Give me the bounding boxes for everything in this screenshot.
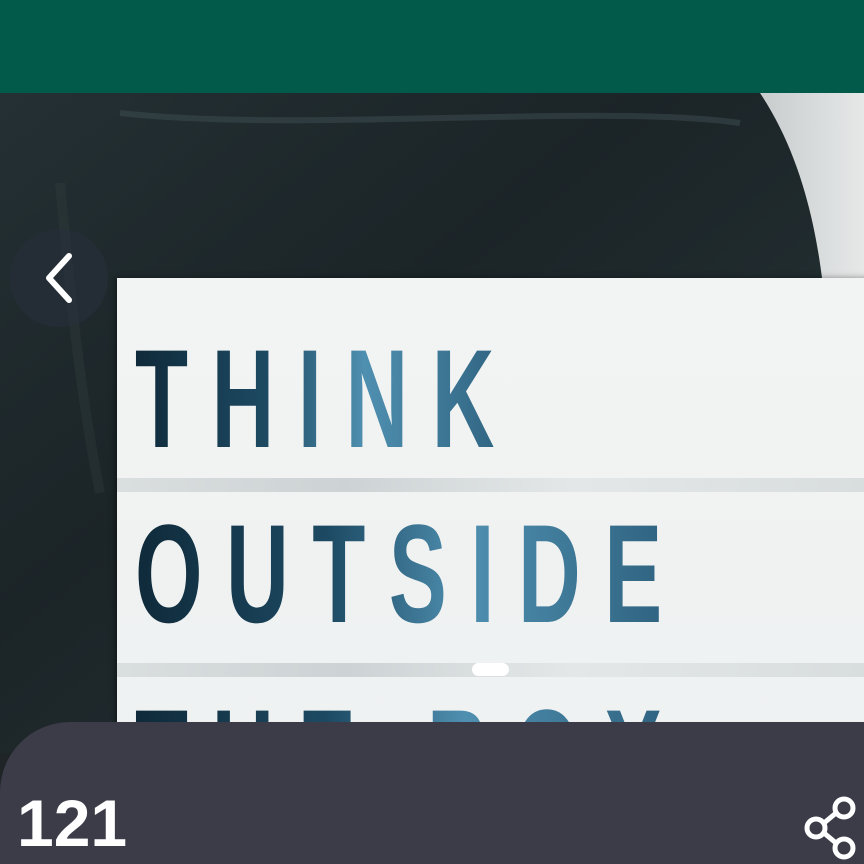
- share-icon: [804, 796, 856, 860]
- share-button[interactable]: [800, 796, 864, 860]
- lightbox-sign: THINK OUTSIDE THE BOX: [117, 278, 864, 753]
- sign-line: THINK: [135, 318, 518, 480]
- top-bar: [0, 0, 864, 93]
- back-button[interactable]: [10, 229, 108, 327]
- photo-viewer[interactable]: THINK OUTSIDE THE BOX: [0, 93, 864, 753]
- sign-slot-divider: [117, 478, 864, 492]
- app-screen: THINK OUTSIDE THE BOX 121: [0, 0, 864, 864]
- item-count: 121: [17, 786, 128, 860]
- page-indicator: [472, 663, 509, 676]
- sign-line: OUTSIDE: [135, 493, 686, 655]
- chevron-left-icon: [46, 253, 72, 303]
- bottom-sheet: 121: [0, 722, 864, 864]
